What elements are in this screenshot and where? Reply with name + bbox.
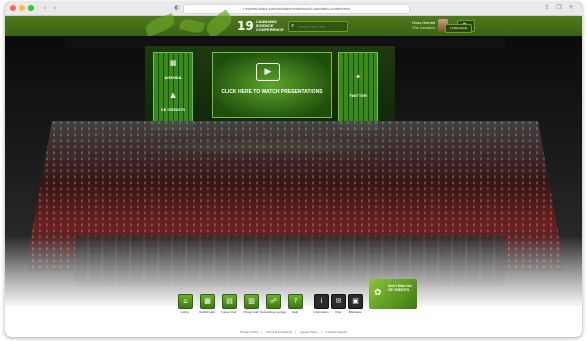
footer-link-privacy[interactable]: Privacy Policy xyxy=(240,330,259,334)
site-header: 19 CANNABIS SCIENCE CONFERENCE ⌕ Hoss Ha… xyxy=(5,9,582,39)
forward-icon[interactable]: › xyxy=(51,4,59,12)
chat-icon: ✉ xyxy=(335,297,342,305)
footer-link-support[interactable]: Contact Support xyxy=(326,330,348,334)
career-fair-button[interactable]: ▤ xyxy=(222,294,237,309)
agenda-link[interactable]: AGENDA xyxy=(154,75,192,80)
share-icon[interactable]: ⇪ xyxy=(543,4,551,12)
auditorium-view: ▦ AGENDA ▲ CE CREDITS ▶ CLICK HERE TO WA… xyxy=(5,36,582,306)
presentation-screen[interactable]: ▶ CLICK HERE TO WATCH PRESENTATIONS xyxy=(212,52,332,118)
conference-logo[interactable]: 19 CANNABIS SCIENCE CONFERENCE xyxy=(237,19,286,33)
logo-text: CANNABIS SCIENCE CONFERENCE xyxy=(255,19,284,32)
poster-icon: ▥ xyxy=(248,297,255,305)
footer-links: Privacy Policy | Terms & Conditions | Cook… xyxy=(239,330,348,334)
calendar-icon: ▦ xyxy=(169,59,177,67)
shield-icon: ◐ xyxy=(174,4,180,11)
twitter-icon: ✦ xyxy=(355,73,361,81)
leaf-decoration-icon xyxy=(178,17,206,35)
close-window-button[interactable] xyxy=(10,5,16,11)
nav-label-briefcase: Briefcase xyxy=(348,310,362,314)
chat-button[interactable]: ✉ xyxy=(331,294,346,309)
leaf-decoration-icon xyxy=(143,13,177,37)
watch-presentations-label[interactable]: CLICK HERE TO WATCH PRESENTATIONS xyxy=(213,89,331,95)
left-stage-panel: ▦ AGENDA ▲ CE CREDITS xyxy=(153,52,193,130)
address-bar[interactable]: • events.vfairs.com/virtual/events/world… xyxy=(183,4,410,14)
maximize-window-button[interactable] xyxy=(28,5,34,11)
information-button[interactable]: i xyxy=(314,294,329,309)
briefcase-icon: ▤ xyxy=(226,297,233,305)
exhibit-icon: ▦ xyxy=(204,297,211,305)
language-label: LANGUAGE xyxy=(450,26,467,30)
language-selector[interactable]: LANGUAGE xyxy=(445,24,472,33)
footer-link-cookies[interactable]: Cookie Policy xyxy=(300,330,318,334)
promo-text: Don't Miss the CE CREDITS xyxy=(388,284,412,292)
right-stage-panel[interactable]: ✦ TWITTER xyxy=(338,52,378,130)
browser-chrome: ‹ › ◐ • events.vfairs.com/virtual/events… xyxy=(5,2,582,16)
bottom-navigation: ⌂ Lobby ▦ Exhibit Hall ▤ Career Fair ▥ P… xyxy=(5,279,582,337)
lobby-button[interactable]: ⌂ xyxy=(178,294,193,309)
help-icon: ? xyxy=(293,297,298,305)
ce-credits-promo[interactable]: ✿ Don't Miss the CE CREDITS xyxy=(369,279,417,309)
search-icon[interactable]: ⌕ xyxy=(291,22,294,31)
back-icon[interactable]: ‹ xyxy=(41,4,49,12)
help-button[interactable]: ? xyxy=(288,294,303,309)
home-icon: ⌂ xyxy=(183,297,188,305)
footer-link-terms[interactable]: Terms & Conditions xyxy=(266,330,292,334)
site-search: ⌕ xyxy=(288,21,348,32)
networking-lounge-button[interactable]: ☍ xyxy=(266,294,281,309)
cannabis-leaf-icon: ✿ xyxy=(374,288,382,298)
poster-hall-button[interactable]: ▥ xyxy=(244,294,259,309)
bag-icon: ▣ xyxy=(352,297,359,305)
twitter-link[interactable]: TWITTER xyxy=(339,93,377,98)
new-tab-icon[interactable]: + xyxy=(567,4,575,12)
play-icon[interactable]: ▶ xyxy=(256,63,280,81)
user-info[interactable]: Hoss Hamlet The Location xyxy=(391,20,435,30)
browser-window: ‹ › ◐ • events.vfairs.com/virtual/events… xyxy=(5,2,582,337)
graduation-cap-icon: ▲ xyxy=(170,91,176,99)
network-icon: ☍ xyxy=(269,297,278,305)
briefcase-button[interactable]: ▣ xyxy=(348,294,363,309)
ce-credits-link[interactable]: CE CREDITS xyxy=(154,107,192,112)
info-icon: i xyxy=(320,297,323,305)
minimize-window-button[interactable] xyxy=(19,5,25,11)
nav-label-help: Help xyxy=(291,310,299,314)
search-input[interactable] xyxy=(298,22,345,31)
exhibit-hall-button[interactable]: ▦ xyxy=(200,294,215,309)
tabs-icon[interactable]: ❐ xyxy=(555,4,563,12)
user-location: The Location xyxy=(411,25,435,30)
logo-number: 19 xyxy=(237,19,254,33)
